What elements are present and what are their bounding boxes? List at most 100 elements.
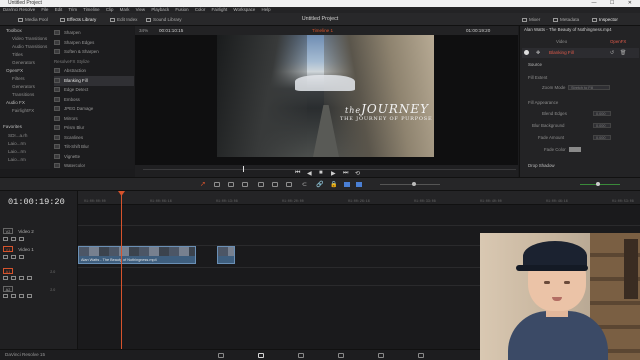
menu-playback[interactable]: Playback [151, 7, 169, 12]
scrubber-head[interactable] [243, 166, 244, 172]
auto-select-icon[interactable] [11, 275, 16, 280]
effect-item[interactable]: Tilt-Shift Blur [54, 142, 134, 152]
inspector-button[interactable]: Inspector [592, 13, 618, 26]
zoom-slider[interactable] [380, 184, 440, 185]
dynamic-trim-icon[interactable] [228, 182, 234, 187]
timeline-ruler[interactable]: 01:00:00:00 01:00:06:16 01:00:13:08 01:00:2… [78, 191, 640, 205]
linked-selection-icon[interactable]: 🔗 [316, 181, 323, 188]
volume-slider[interactable] [580, 184, 620, 185]
reset-icon[interactable]: ↺ [610, 50, 614, 56]
tree-audio-fx[interactable]: Audio FX [6, 99, 25, 107]
toggle-icon[interactable] [524, 50, 529, 55]
skip-forward-icon[interactable]: ⏭ [343, 170, 348, 177]
marker-icon[interactable] [356, 182, 362, 187]
volume-knob[interactable] [596, 182, 600, 186]
timeline-clip-v1[interactable]: Alan Watts - The Beauty of Nothingness.m… [78, 246, 196, 264]
menu-fusion[interactable]: Fusion [175, 7, 188, 12]
edit-page-icon[interactable] [258, 353, 264, 358]
mixer-button[interactable]: Mixer [522, 13, 540, 26]
delete-icon[interactable]: 🗑 [620, 50, 626, 56]
menu-color[interactable]: Color [195, 7, 206, 12]
replace-clip-icon[interactable] [286, 182, 292, 187]
tree-toolbox[interactable]: Toolbox [6, 27, 22, 35]
tree-fairlightfx[interactable]: FairlightFX [12, 107, 34, 115]
deliver-page-icon[interactable] [418, 353, 424, 358]
auto-select-icon[interactable] [11, 293, 16, 298]
tree-audio-transitions[interactable]: Audio Transitions [12, 43, 47, 51]
menu-trim[interactable]: Trim [68, 7, 77, 12]
lock-icon[interactable] [3, 275, 8, 280]
tree-openfx[interactable]: OpenFX [6, 67, 23, 75]
effect-item[interactable]: Abstraction [54, 66, 134, 76]
menu-mark[interactable]: Mark [120, 7, 130, 12]
fusion-page-icon[interactable] [298, 353, 304, 358]
mute-icon[interactable] [27, 293, 32, 298]
effect-item[interactable]: Emboss [54, 95, 134, 105]
mute-icon[interactable] [27, 275, 32, 280]
tree-openfx-generators[interactable]: Generators [12, 83, 35, 91]
metadata-button[interactable]: Metadata [553, 13, 579, 26]
effect-item[interactable]: Mirrors [54, 114, 134, 124]
effect-item[interactable]: Blanking Fill [54, 75, 134, 86]
zoom-mode-dropdown[interactable]: Stretch to Fill [568, 85, 610, 90]
monitor-icon[interactable] [19, 254, 24, 259]
menu-file[interactable]: File [41, 7, 48, 12]
lock-icon[interactable] [3, 236, 8, 241]
select-tool-icon[interactable]: ➚ [200, 180, 206, 188]
effect-item[interactable]: JPEG Damage [54, 104, 134, 114]
overwrite-clip-icon[interactable] [272, 182, 278, 187]
tree-filters[interactable]: Filters [12, 75, 25, 83]
video-frame[interactable] [217, 35, 434, 157]
auto-select-icon[interactable] [11, 254, 16, 259]
lock-icon[interactable] [3, 254, 8, 259]
effect-item[interactable]: Watercolor [54, 161, 134, 171]
monitor-icon[interactable] [19, 236, 24, 241]
favorite-item[interactable]: Laio...rm [8, 156, 26, 164]
solo-icon[interactable] [19, 275, 24, 280]
tree-video-transitions[interactable]: Video Transitions [12, 35, 47, 43]
timeline-clip-v1-second[interactable] [217, 246, 235, 264]
menu-timeline[interactable]: Timeline [83, 7, 99, 12]
blade-tool-icon[interactable] [242, 182, 248, 187]
lock-icon[interactable] [3, 293, 8, 298]
viewer-zoom[interactable]: 34% [139, 26, 148, 35]
snapping-icon[interactable]: ⊂ [302, 181, 307, 188]
trim-tool-icon[interactable] [214, 182, 220, 187]
fairlight-page-icon[interactable] [378, 353, 384, 358]
tree-transitions[interactable]: Transitions [12, 91, 34, 99]
effect-item[interactable]: Prism Blur [54, 123, 134, 133]
effect-item[interactable]: Sharpen [54, 28, 134, 38]
zoom-slider-knob[interactable] [412, 182, 416, 186]
media-page-icon[interactable] [218, 353, 224, 358]
auto-select-icon[interactable] [11, 236, 16, 241]
effects-library-button[interactable]: Effects Library [60, 13, 96, 26]
effect-item[interactable]: Soften & Sharpen [54, 47, 134, 57]
stop-icon[interactable]: ■ [319, 170, 323, 176]
menu-fairlight[interactable]: Fairlight [212, 7, 228, 12]
loop-icon[interactable]: ⟲ [355, 170, 360, 177]
effect-item[interactable]: Scanlines [54, 133, 134, 143]
insert-clip-icon[interactable] [258, 182, 264, 187]
menu-davinci[interactable]: DaVinci Resolve [3, 7, 35, 12]
inspector-tab-openfx[interactable]: OpenFX [610, 39, 626, 44]
favorite-item[interactable]: Laio...rm [8, 148, 26, 156]
menu-workspace[interactable]: Workspace [233, 7, 255, 12]
favorite-item[interactable]: SDI...a.rh [8, 132, 27, 140]
fade-amount-field[interactable]: 0.000 [593, 135, 611, 140]
play-icon[interactable]: ▶ [331, 170, 336, 177]
reverse-play-icon[interactable]: ◀ [307, 170, 312, 177]
scrubber-track[interactable] [143, 169, 516, 170]
tree-generators[interactable]: Generators [12, 59, 35, 67]
timeline-name[interactable]: Timeline 1 [312, 26, 333, 35]
playhead[interactable] [121, 191, 122, 349]
media-pool-button[interactable]: Media Pool [18, 13, 48, 26]
inspector-tab-video[interactable]: Video [556, 39, 567, 44]
flag-icon[interactable] [344, 182, 350, 187]
skip-back-icon[interactable]: ⏮ [295, 170, 300, 177]
tree-titles[interactable]: Titles [12, 51, 23, 59]
effect-header-row[interactable]: ✥ Blanking Fill ↺ 🗑 [522, 48, 639, 58]
blend-edges-field[interactable]: 0.000 [593, 111, 611, 116]
color-page-icon[interactable] [338, 353, 344, 358]
menu-edit[interactable]: Edit [55, 7, 63, 12]
menu-clip[interactable]: Clip [106, 7, 114, 12]
